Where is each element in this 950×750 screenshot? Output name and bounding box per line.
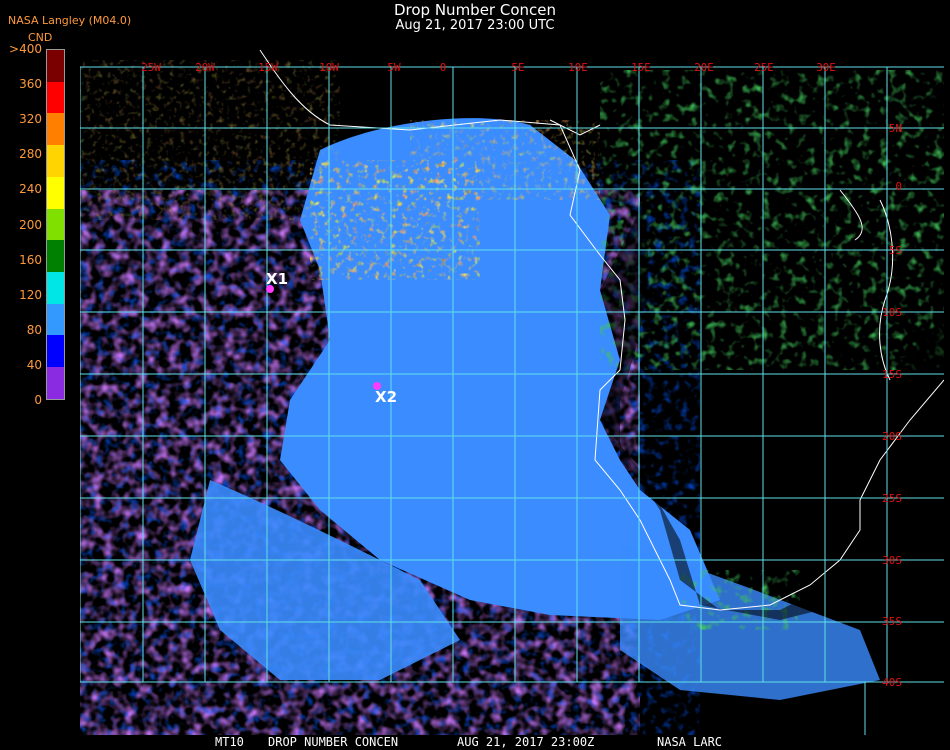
latitude-label: 20S xyxy=(882,430,902,443)
colorbar-segment xyxy=(47,113,64,146)
map-title: Drop Number Concen xyxy=(393,1,557,19)
footer-source: NASA LARC xyxy=(657,735,723,749)
colorbar-segment xyxy=(47,303,64,336)
high-cnd-clouds-coast xyxy=(410,120,600,200)
colorbar-segment xyxy=(47,81,64,114)
footer-code: MT10 xyxy=(215,735,244,749)
longitude-label: 10E xyxy=(568,61,588,74)
marker-label: X1 xyxy=(266,270,288,288)
colorbar-tick: 200 xyxy=(19,217,42,232)
longitude-label: 15W xyxy=(258,61,278,74)
colorbar-tick: 320 xyxy=(19,112,42,127)
marker-label: X2 xyxy=(375,388,397,406)
latitude-label: 5N xyxy=(889,122,902,135)
longitude-label: 25E xyxy=(754,61,774,74)
footer-product: DROP NUMBER CONCEN xyxy=(268,735,399,749)
colorbar-segment xyxy=(47,208,64,241)
latitude-label: 25S xyxy=(882,492,902,505)
colorbar-segment xyxy=(47,367,64,399)
colorbar-tick: 40 xyxy=(26,357,42,372)
latitude-label: 15S xyxy=(882,368,902,381)
colorbar-segment xyxy=(47,145,64,177)
colorbar-segment xyxy=(47,272,64,304)
longitude-label: 10W xyxy=(319,61,339,74)
longitude-label: 5W xyxy=(387,61,401,74)
latitude-label: 10S xyxy=(882,306,902,319)
satellite-map: 25W 20W 15W 10W 5W 0 5E 10E 15E 20E 25E 30E 5N 0 5S 10S… xyxy=(80,40,944,735)
colorbar-segment xyxy=(47,176,64,209)
colorbar-tick: 360 xyxy=(19,77,42,92)
colorbar xyxy=(46,49,65,400)
colorbar-segment xyxy=(47,335,64,368)
land-green-clouds xyxy=(600,70,944,370)
latitude-label: 30S xyxy=(882,554,902,567)
longitude-label: 30E xyxy=(816,61,836,74)
colorbar-segment xyxy=(47,50,64,82)
longitude-label: 25W xyxy=(141,61,161,74)
map-datetime: Aug 21, 2017 23:00 UTC xyxy=(395,18,555,33)
org-label: NASA Langley (M04.0) xyxy=(8,14,132,27)
colorbar-segment xyxy=(47,240,64,273)
colorbar-tick: >400 xyxy=(9,42,42,56)
latitude-label: 35S xyxy=(882,615,902,628)
colorbar-tick: 160 xyxy=(19,252,42,267)
colorbar-tick: 0 xyxy=(34,393,42,407)
longitude-label: 20E xyxy=(694,61,714,74)
longitude-label: 15E xyxy=(631,61,651,74)
high-cnd-clouds-north xyxy=(80,60,340,220)
longitude-label: 0 xyxy=(440,61,447,74)
footer-datetime: AUG 21, 2017 23:00Z xyxy=(457,735,595,749)
colorbar-tick: 120 xyxy=(19,287,42,302)
colorbar-tick: 240 xyxy=(19,182,42,197)
longitude-label: 20W xyxy=(195,61,215,74)
latitude-label: 0 xyxy=(895,180,902,193)
longitude-label: 5E xyxy=(511,61,524,74)
latitude-label: 40S xyxy=(882,676,902,689)
latitude-label: 5S xyxy=(889,244,902,257)
south-africa-green-clouds xyxy=(680,570,800,630)
colorbar-tick: 80 xyxy=(26,322,42,337)
colorbar-tick: 280 xyxy=(19,147,42,162)
